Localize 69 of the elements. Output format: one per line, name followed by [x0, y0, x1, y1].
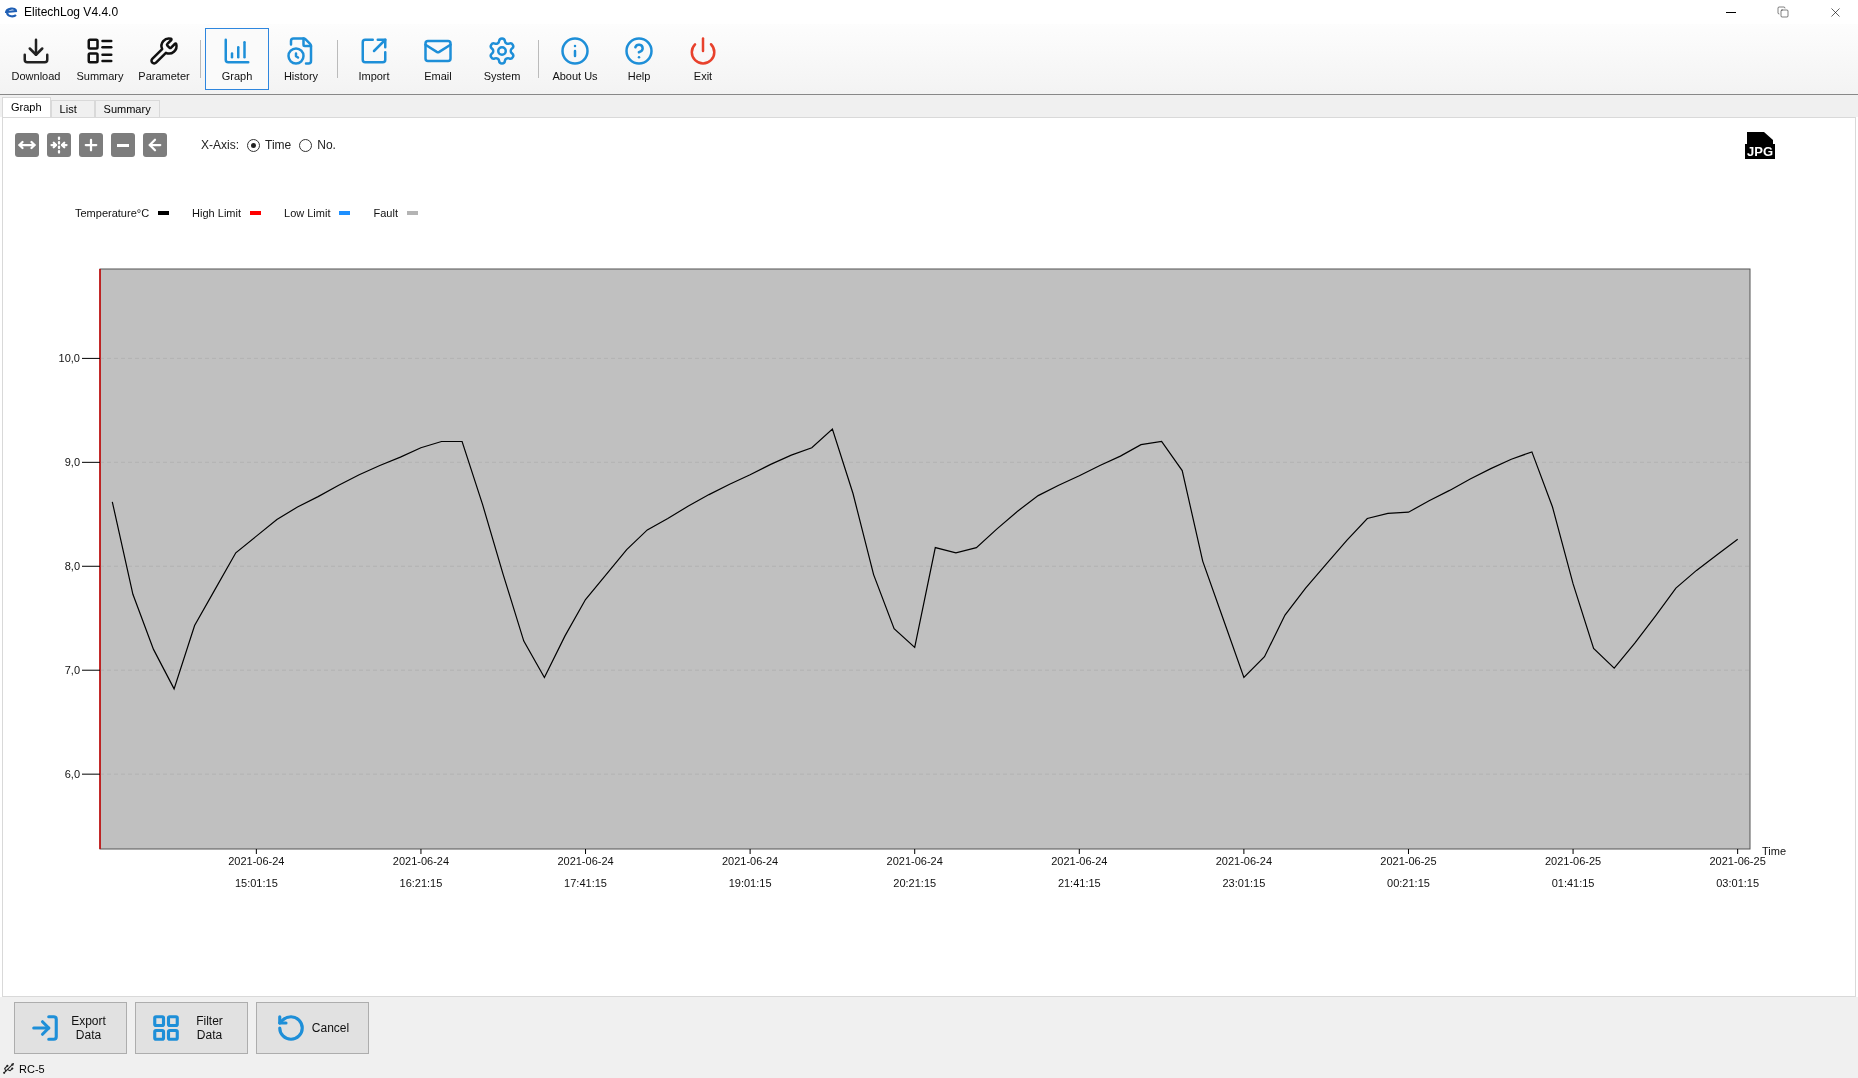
export-icon: [29, 1013, 60, 1043]
plus-icon: [82, 136, 100, 154]
minimize-icon: [1726, 11, 1736, 13]
radio-label: No.: [317, 138, 336, 152]
toolbar-button[interactable]: Summary: [68, 28, 132, 90]
y-tick-label: 9,0: [64, 456, 80, 469]
compress-button[interactable]: [47, 133, 71, 157]
cancel-button[interactable]: Cancel: [256, 1002, 369, 1054]
toolbar-button[interactable]: Help: [607, 28, 671, 90]
bar-chart-icon: [222, 36, 252, 66]
wrench-icon: [149, 36, 179, 66]
x-tick-label: 2021-06-24 15:01:15: [228, 855, 285, 889]
x-tick-label: 2021-06-25 03:01:15: [1709, 855, 1766, 889]
restore-icon: [1777, 6, 1789, 18]
x-axis-title: Time: [1762, 845, 1787, 857]
file-icon: [1747, 131, 1773, 144]
back-button[interactable]: [143, 133, 167, 157]
y-tick-label: 7,0: [64, 664, 80, 677]
y-tick-label: 8,0: [64, 560, 80, 573]
toolbar-button[interactable]: Graph: [205, 28, 269, 90]
tab[interactable]: List: [50, 100, 95, 117]
undo-icon: [275, 1013, 306, 1043]
y-tick-label: 10,0: [58, 352, 80, 365]
device-name: RC-5: [19, 1062, 45, 1075]
x-tick-label: 2021-06-24 20:21:15: [886, 855, 943, 889]
x-tick-label: 2021-06-24 19:01:15: [722, 855, 779, 889]
toolbar-button[interactable]: Email: [406, 28, 470, 90]
help-icon: [624, 36, 654, 66]
grid-icon: [150, 1013, 181, 1043]
download-icon: [21, 36, 51, 66]
compress-icon: [50, 136, 68, 154]
zoom-in-button[interactable]: [79, 133, 103, 157]
x-tick-label: 2021-06-24 21:41:15: [1051, 855, 1108, 889]
toolbar-button[interactable]: About Us: [543, 28, 607, 90]
import-icon: [359, 36, 389, 66]
toolbar-button[interactable]: Parameter: [132, 28, 196, 90]
tab[interactable]: Graph: [2, 97, 51, 117]
info-icon: [560, 36, 590, 66]
radio-button[interactable]: [299, 138, 313, 152]
toolbar-button[interactable]: Exit: [671, 28, 735, 90]
toolbar-button[interactable]: Download: [4, 28, 68, 90]
logo-icon: [4, 6, 18, 18]
toolbar-button[interactable]: History: [269, 28, 333, 90]
window-title: ElitechLog V4.4.0: [24, 5, 120, 19]
toolbar-button[interactable]: System: [470, 28, 534, 90]
x-tick-label: 2021-06-24 16:21:15: [392, 855, 450, 889]
x-tick-label: 2021-06-24 17:41:15: [557, 855, 614, 889]
power-icon: [688, 36, 718, 66]
export-data-button[interactable]: Export Data: [14, 1002, 127, 1054]
zoom-out-button[interactable]: [111, 133, 135, 157]
legend-label: Low Limit: [284, 207, 331, 219]
legend-label: Temperature°C: [75, 207, 150, 219]
device-icon: [2, 1062, 15, 1075]
x-tick-label: 2021-06-25 01:41:15: [1544, 855, 1602, 889]
radio-label: Time: [265, 138, 292, 152]
y-tick-label: 6,0: [64, 768, 80, 781]
toolbar-button[interactable]: Import: [342, 28, 406, 90]
radio-button[interactable]: [247, 138, 260, 152]
tab[interactable]: Summary: [94, 100, 160, 117]
expand-button[interactable]: [15, 133, 39, 157]
minus-icon: [117, 143, 129, 147]
x-axis-label: X-Axis:: [201, 138, 239, 152]
x-tick-label: 2021-06-24 23:01:15: [1215, 855, 1273, 889]
legend-label: Fault: [373, 207, 398, 219]
filter-data-button[interactable]: Filter Data: [135, 1002, 248, 1054]
list-icon: [85, 36, 115, 66]
gear-icon: [487, 36, 517, 66]
legend-label: High Limit: [192, 207, 241, 219]
x-tick-label: 2021-06-25 00:21:15: [1380, 855, 1437, 889]
